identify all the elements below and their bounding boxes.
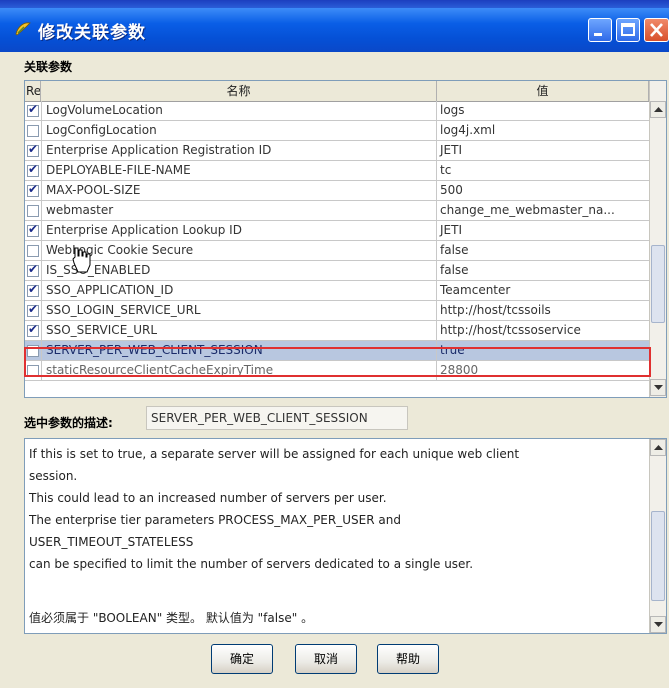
- scroll-thumb[interactable]: [651, 511, 665, 601]
- param-value-cell[interactable]: 28800: [437, 361, 652, 380]
- scroll-up-button[interactable]: [650, 439, 666, 456]
- param-value-cell[interactable]: false: [437, 261, 652, 280]
- table-row[interactable]: DEPLOYABLE-FILE-NAMEtc: [25, 161, 649, 181]
- table-row[interactable]: MAX-POOL-SIZE500: [25, 181, 649, 201]
- param-name-cell[interactable]: SSO_SERVICE_URL: [41, 321, 437, 340]
- description-line: This could lead to an increased number o…: [29, 491, 387, 505]
- table-header: Req 名称 值: [25, 81, 649, 102]
- param-name-cell[interactable]: webmaster: [41, 201, 437, 220]
- param-value-cell[interactable]: logs: [437, 101, 652, 120]
- param-value-cell[interactable]: tc: [437, 161, 652, 180]
- parameter-table[interactable]: Req 名称 值 LogVolumeLocationlogsLogConfigL…: [24, 80, 667, 398]
- minimize-button[interactable]: [588, 18, 612, 42]
- cancel-button[interactable]: 取消: [295, 644, 357, 674]
- req-checkbox[interactable]: [27, 245, 39, 257]
- param-value-cell[interactable]: JETI: [437, 141, 652, 160]
- description-scrollbar[interactable]: [649, 439, 666, 633]
- table-row[interactable]: SERVER_PER_WEB_CLIENT_SESSION true: [25, 341, 649, 361]
- param-value-cell[interactable]: true: [437, 341, 652, 360]
- param-name-cell[interactable]: WebLogic Cookie Secure: [41, 241, 437, 260]
- help-button[interactable]: 帮助: [377, 644, 439, 674]
- description-line: session.: [29, 469, 78, 483]
- param-name-cell[interactable]: DEPLOYABLE-FILE-NAME: [41, 161, 437, 180]
- table-row[interactable]: SSO_APPLICATION_IDTeamcenter: [25, 281, 649, 301]
- req-checkbox[interactable]: [27, 162, 39, 177]
- req-checkbox[interactable]: [27, 345, 39, 357]
- param-name-cell[interactable]: MAX-POOL-SIZE: [41, 181, 437, 200]
- param-value-cell[interactable]: log4j.xml: [437, 121, 652, 140]
- description-text-area[interactable]: If this is set to true, a separate serve…: [24, 438, 667, 634]
- req-checkbox[interactable]: [27, 182, 39, 197]
- param-name-cell[interactable]: IS_SSO_ENABLED: [41, 261, 437, 280]
- scroll-down-button[interactable]: [650, 379, 666, 396]
- param-name-cell[interactable]: staticResourceClientCacheExpiryTime: [41, 361, 437, 380]
- scroll-up-button[interactable]: [650, 101, 666, 118]
- req-checkbox[interactable]: [27, 125, 39, 137]
- description-line: The enterprise tier parameters PROCESS_M…: [29, 513, 401, 527]
- req-checkbox[interactable]: [27, 302, 39, 317]
- table-row[interactable]: SSO_SERVICE_URLhttp://host/tcssoservice: [25, 321, 649, 341]
- param-value-cell[interactable]: false: [437, 241, 652, 260]
- ok-button[interactable]: 确定: [211, 644, 273, 674]
- req-checkbox[interactable]: [27, 142, 39, 157]
- param-name-cell[interactable]: LogVolumeLocation: [41, 101, 437, 120]
- param-name-cell[interactable]: Enterprise Application Lookup ID: [41, 221, 437, 240]
- param-name-cell[interactable]: SSO_LOGIN_SERVICE_URL: [41, 301, 437, 320]
- minimize-icon: [594, 33, 602, 36]
- arrow-up-icon: [654, 107, 663, 112]
- req-checkbox[interactable]: [27, 282, 39, 297]
- arrow-up-icon: [654, 445, 663, 450]
- maximize-icon: [621, 23, 635, 36]
- table-row[interactable]: LogVolumeLocationlogs: [25, 101, 649, 121]
- table-row[interactable]: LogConfigLocation log4j.xml: [25, 121, 649, 141]
- app-icon: [15, 22, 31, 36]
- table-row[interactable]: webmaster change_me_webmaster_na...: [25, 201, 649, 221]
- param-value-cell[interactable]: change_me_webmaster_na...: [437, 201, 652, 220]
- background-strip: [0, 0, 669, 8]
- close-button[interactable]: [644, 18, 669, 42]
- mouse-cursor-icon: [72, 247, 91, 273]
- param-name-cell[interactable]: Enterprise Application Registration ID: [41, 141, 437, 160]
- req-checkbox[interactable]: [27, 205, 39, 217]
- table-scrollbar[interactable]: [649, 81, 666, 397]
- param-value-cell[interactable]: Teamcenter: [437, 281, 652, 300]
- table-row[interactable]: Enterprise Application Registration IDJE…: [25, 141, 649, 161]
- maximize-button[interactable]: [616, 18, 640, 42]
- window-title: 修改关联参数: [38, 23, 146, 43]
- req-checkbox[interactable]: [27, 322, 39, 337]
- description-label: 选中参数的描述:: [24, 416, 113, 430]
- param-value-cell[interactable]: http://host/tcssoils: [437, 301, 652, 320]
- param-name-cell[interactable]: SERVER_PER_WEB_CLIENT_SESSION: [41, 341, 437, 360]
- req-checkbox[interactable]: [27, 262, 39, 277]
- req-checkbox[interactable]: [27, 222, 39, 237]
- header-value[interactable]: 值: [437, 81, 649, 101]
- header-req[interactable]: Req: [25, 81, 41, 101]
- req-checkbox[interactable]: [27, 102, 39, 117]
- table-row[interactable]: WebLogic Cookie Secure false: [25, 241, 649, 261]
- group-label: 关联参数: [24, 60, 73, 74]
- table-row[interactable]: SSO_LOGIN_SERVICE_URLhttp://host/tcssoil…: [25, 301, 649, 321]
- req-checkbox[interactable]: [27, 365, 39, 377]
- table-row[interactable]: staticResourceClientCacheExpiryTime 28800: [25, 361, 649, 381]
- dialog-window: 修改关联参数 关联参数 Req 名称 值 LogVolumeLocationlo…: [0, 0, 669, 688]
- arrow-down-icon: [654, 385, 663, 390]
- description-param-name: SERVER_PER_WEB_CLIENT_SESSION: [146, 406, 408, 430]
- param-value-cell[interactable]: JETI: [437, 221, 652, 240]
- param-value-cell[interactable]: 500: [437, 181, 652, 200]
- description-line: 值必须属于 "BOOLEAN" 类型。 默认值为 "false" 。: [29, 611, 314, 625]
- param-name-cell[interactable]: LogConfigLocation: [41, 121, 437, 140]
- table-row[interactable]: Enterprise Application Lookup IDJETI: [25, 221, 649, 241]
- arrow-down-icon: [654, 622, 663, 627]
- description-line: If this is set to true, a separate serve…: [29, 447, 520, 461]
- description-line: can be specified to limit the number of …: [29, 557, 474, 571]
- close-icon: [650, 23, 663, 37]
- description-line: USER_TIMEOUT_STATELESS: [29, 535, 194, 549]
- scroll-thumb[interactable]: [651, 245, 665, 323]
- scroll-down-button[interactable]: [650, 616, 666, 633]
- title-bar[interactable]: 修改关联参数: [0, 8, 669, 52]
- table-row[interactable]: IS_SSO_ENABLEDfalse: [25, 261, 649, 281]
- header-name[interactable]: 名称: [41, 81, 437, 101]
- param-name-cell[interactable]: SSO_APPLICATION_ID: [41, 281, 437, 300]
- param-value-cell[interactable]: http://host/tcssoservice: [437, 321, 652, 340]
